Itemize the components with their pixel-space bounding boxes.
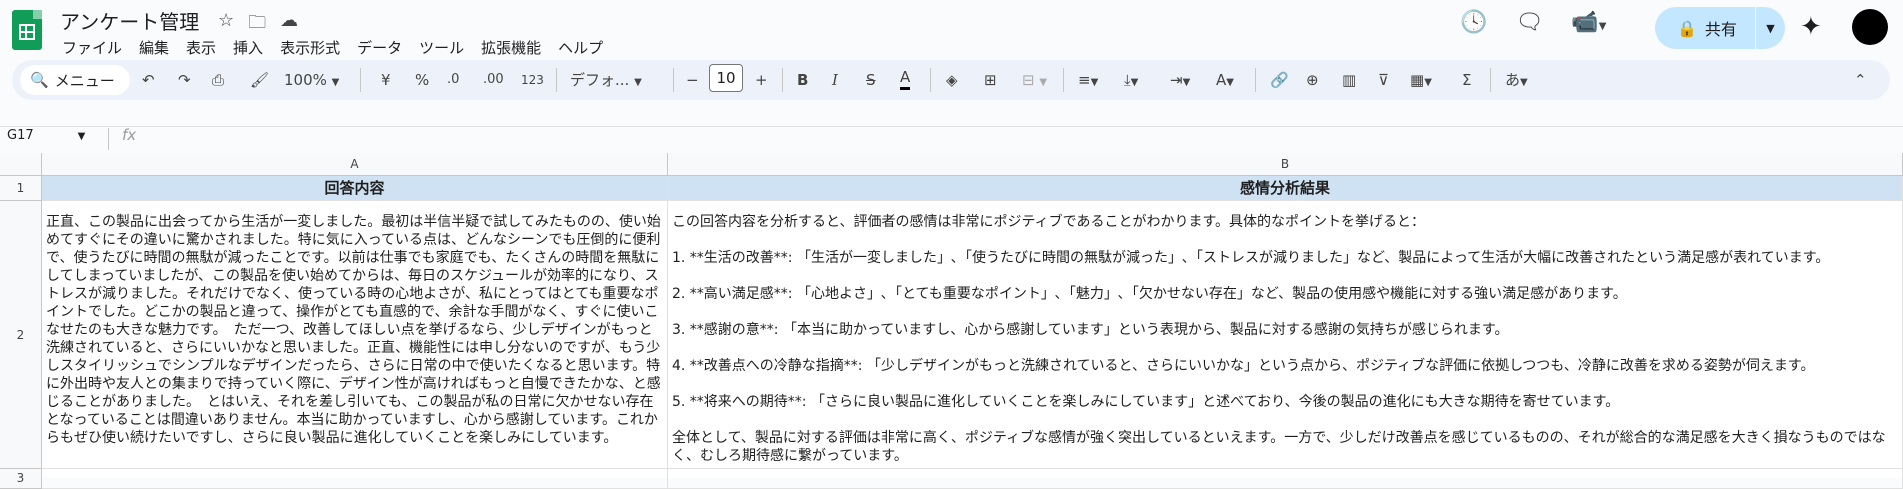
horizontal-align-icon[interactable]: ≡▼ bbox=[1078, 67, 1098, 96]
decrease-font-size-icon[interactable]: − bbox=[686, 67, 699, 93]
menu-search-label: メニュー bbox=[54, 71, 115, 90]
redo-icon[interactable]: ↷ bbox=[178, 67, 191, 93]
column-header-a[interactable]: A bbox=[42, 153, 668, 176]
strikethrough-icon[interactable]: S bbox=[866, 67, 876, 93]
row-header-2[interactable]: 2 bbox=[0, 201, 42, 469]
vertical-align-icon[interactable]: ⤓▼ bbox=[1124, 67, 1138, 96]
menu-file[interactable]: ファイル bbox=[60, 37, 131, 58]
share-button[interactable]: 🔒 共有 ▼ bbox=[1655, 7, 1785, 49]
insert-link-icon[interactable]: 🔗 bbox=[1270, 67, 1289, 93]
cell-b3[interactable] bbox=[668, 469, 1903, 489]
cell-b1[interactable]: 感情分析結果 bbox=[668, 176, 1903, 201]
menu-extensions[interactable]: 拡張機能 bbox=[479, 37, 550, 58]
fx-label: fx bbox=[122, 126, 137, 144]
name-box-value: G17 bbox=[7, 128, 34, 143]
cell-a2[interactable]: 正直、この製品に出会ってから生活が一変しました。最初は半信半疑で試してみたものの… bbox=[42, 201, 668, 469]
share-dropdown-icon[interactable]: ▼ bbox=[1756, 22, 1785, 35]
percent-format-button[interactable]: % bbox=[415, 67, 429, 93]
filter-views-icon[interactable]: ▦▼ bbox=[1410, 67, 1432, 96]
share-label: 共有 bbox=[1704, 20, 1737, 39]
menu-search[interactable]: 🔍 メニュー bbox=[20, 65, 130, 95]
text-wrapping-icon[interactable]: ⇥▼ bbox=[1170, 67, 1190, 96]
cell-b2[interactable]: この回答内容を分析すると、評価者の感情は非常にポジティブであることがわかります。… bbox=[668, 201, 1903, 469]
formula-input[interactable] bbox=[140, 127, 1903, 152]
cell-a3[interactable] bbox=[42, 469, 668, 489]
cloud-status-icon[interactable]: ☁ bbox=[280, 10, 298, 40]
paint-format-icon[interactable]: 🖌 bbox=[250, 67, 269, 93]
select-all-corner[interactable] bbox=[0, 153, 42, 176]
name-box-dropdown-icon[interactable]: ▼ bbox=[78, 131, 86, 142]
bold-icon[interactable]: B bbox=[797, 67, 808, 93]
star-icon[interactable]: ☆ bbox=[218, 10, 234, 40]
filter-icon[interactable]: ⊽ bbox=[1378, 67, 1389, 93]
print-icon[interactable]: ⎙ bbox=[212, 67, 224, 93]
menu-bar: ファイル 編集 表示 挿入 表示形式 データ ツール 拡張機能 ヘルプ bbox=[60, 37, 618, 58]
undo-icon[interactable]: ↶ bbox=[142, 67, 155, 93]
cell-a1[interactable]: 回答内容 bbox=[42, 176, 668, 201]
row-header-1[interactable]: 1 bbox=[0, 176, 42, 201]
menu-format[interactable]: 表示形式 bbox=[278, 37, 349, 58]
increase-decimal-button[interactable]: .00 bbox=[483, 67, 504, 93]
menu-data[interactable]: データ bbox=[355, 37, 411, 58]
currency-format-button[interactable]: ¥ bbox=[381, 67, 391, 93]
avatar[interactable] bbox=[1852, 9, 1888, 45]
document-title[interactable]: アンケート管理 bbox=[60, 6, 199, 35]
column-header-b[interactable]: B bbox=[668, 153, 1903, 176]
search-icon: 🔍 bbox=[30, 71, 49, 89]
insert-chart-icon[interactable]: ▥ bbox=[1342, 67, 1356, 93]
zoom-value: 100% bbox=[284, 71, 327, 89]
italic-icon[interactable]: I bbox=[832, 67, 838, 93]
collapse-menus-icon[interactable]: ⌃ bbox=[1854, 67, 1867, 93]
name-box[interactable]: G17 ▼ bbox=[7, 128, 85, 143]
comments-icon[interactable]: 🗨 bbox=[1515, 10, 1543, 35]
menu-edit[interactable]: 編集 bbox=[137, 37, 178, 58]
input-tools-button[interactable]: あ▼ bbox=[1505, 67, 1528, 96]
gemini-icon[interactable]: ✦ bbox=[1800, 12, 1822, 42]
menu-view[interactable]: 表示 bbox=[184, 37, 225, 58]
merge-cells-icon[interactable]: ⊟ ▼ bbox=[1022, 67, 1047, 96]
number-format-button[interactable]: 123 bbox=[521, 67, 544, 93]
zoom-select[interactable]: 100% ▼ bbox=[284, 67, 339, 96]
lock-icon: 🔒 bbox=[1677, 18, 1697, 38]
sheets-logo[interactable] bbox=[12, 10, 42, 50]
font-value: デフォ... bbox=[570, 71, 630, 89]
text-rotation-icon[interactable]: A▼ bbox=[1216, 67, 1234, 96]
text-color-icon[interactable]: A bbox=[900, 67, 911, 90]
functions-icon[interactable]: Σ bbox=[1462, 67, 1471, 93]
borders-icon[interactable]: ⊞ bbox=[984, 67, 997, 93]
move-folder-icon[interactable]: 🗀 bbox=[248, 10, 266, 40]
version-history-icon[interactable]: 🕓 bbox=[1460, 10, 1487, 35]
input-tools-label: あ bbox=[1505, 71, 1521, 89]
increase-font-size-icon[interactable]: + bbox=[755, 67, 768, 93]
fill-color-icon[interactable]: ◈ bbox=[946, 67, 958, 93]
row-header-3[interactable]: 3 bbox=[0, 469, 42, 489]
meet-icon[interactable]: 📹▼ bbox=[1571, 10, 1606, 35]
menu-tools[interactable]: ツール bbox=[417, 37, 473, 58]
font-select[interactable]: デフォ... ▼ bbox=[570, 67, 642, 96]
insert-comment-icon[interactable]: ⊕ bbox=[1306, 67, 1319, 93]
font-size-input[interactable]: 10 bbox=[709, 64, 743, 92]
decrease-decimal-button[interactable]: .0 bbox=[447, 67, 459, 93]
menu-help[interactable]: ヘルプ bbox=[556, 37, 612, 58]
menu-insert[interactable]: 挿入 bbox=[231, 37, 272, 58]
